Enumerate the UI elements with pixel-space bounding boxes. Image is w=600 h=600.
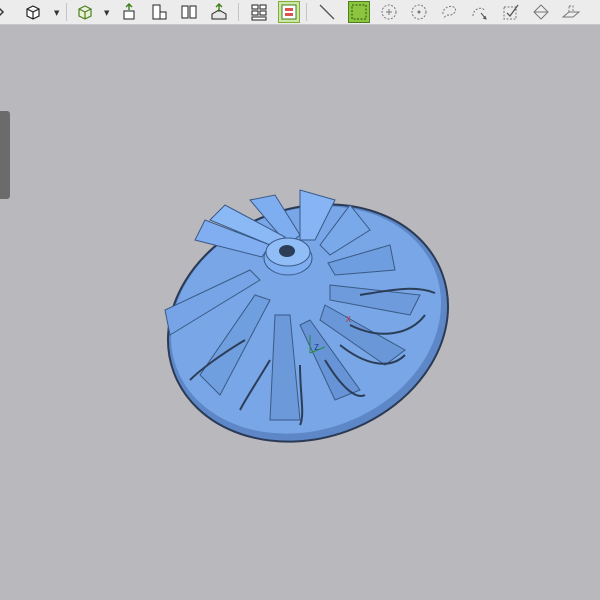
align-bottom-icon[interactable]	[148, 1, 170, 23]
3d-viewport[interactable]: Z X	[0, 25, 600, 600]
chevron-down-icon[interactable]: ▼	[104, 8, 110, 18]
lasso-select-icon[interactable]	[438, 1, 460, 23]
view-iso-cube-icon[interactable]	[22, 1, 44, 23]
split-layout-icon[interactable]	[278, 1, 300, 23]
surface-select-icon[interactable]	[530, 1, 552, 23]
wire-cube-icon[interactable]	[74, 1, 96, 23]
rect-select-icon[interactable]	[348, 1, 370, 23]
section-plane-icon[interactable]	[208, 1, 230, 23]
impeller-model[interactable]: Z X	[150, 175, 470, 455]
align-top-icon[interactable]	[118, 1, 140, 23]
toolbar-divider	[66, 3, 67, 21]
main-toolbar: ▼ ▼	[0, 0, 600, 25]
plane-select-icon[interactable]	[560, 1, 582, 23]
chevron-down-icon[interactable]: ▼	[54, 8, 60, 18]
circle-select-icon[interactable]	[378, 1, 400, 23]
triad-z-label: Z	[314, 343, 319, 352]
impeller-hub-bore	[279, 245, 295, 257]
view-cube-front-icon[interactable]	[0, 1, 12, 23]
line-select-icon[interactable]	[316, 1, 338, 23]
toolbar-divider	[306, 3, 307, 21]
triad-x-label: X	[346, 315, 351, 324]
box-check-icon[interactable]	[500, 1, 522, 23]
grid-layout-icon[interactable]	[248, 1, 270, 23]
paint-select-icon[interactable]	[468, 1, 490, 23]
toolbar-divider	[238, 3, 239, 21]
panel-collapse-handle[interactable]	[0, 111, 10, 199]
circle-plus-select-icon[interactable]	[408, 1, 430, 23]
mirror-icon[interactable]	[178, 1, 200, 23]
